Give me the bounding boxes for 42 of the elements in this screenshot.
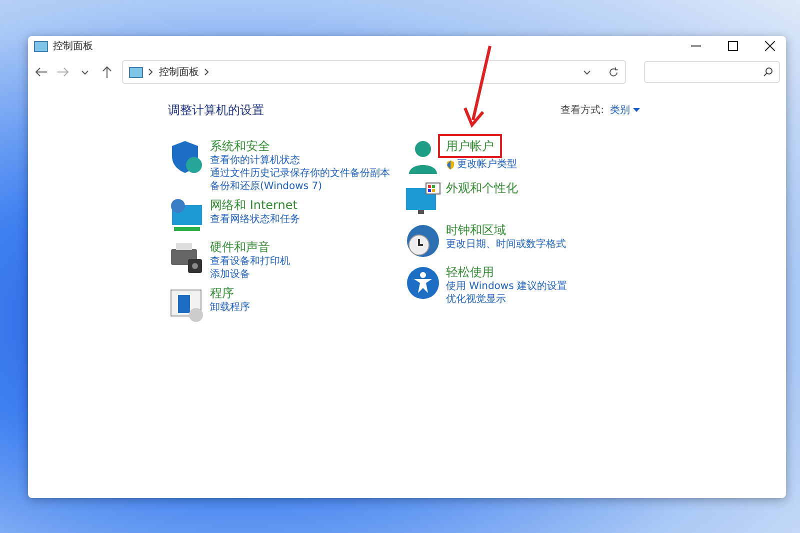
accessibility-icon — [404, 264, 442, 302]
search-field[interactable] — [644, 61, 780, 83]
task-link[interactable]: 更改日期、时间或数字格式 — [446, 238, 566, 251]
chevron-icon — [148, 68, 154, 76]
back-button[interactable] — [34, 65, 48, 79]
task-link[interactable]: 更改帐户类型 — [446, 158, 517, 171]
control-panel-icon — [129, 66, 143, 78]
chevron-icon — [204, 68, 210, 76]
control-panel-icon — [34, 40, 48, 52]
category-link[interactable]: 时钟和区域 — [446, 222, 506, 238]
search-icon — [763, 67, 773, 77]
caret-icon — [81, 70, 89, 74]
category-link[interactable]: 网络和 Internet — [210, 197, 298, 213]
window-title: 控制面板 — [53, 40, 94, 53]
dropdown-caret-icon[interactable] — [583, 70, 591, 74]
task-link[interactable]: 添加设备 — [210, 268, 250, 281]
category-link[interactable]: 程序 — [210, 285, 234, 301]
globe-clock-icon — [404, 222, 442, 260]
breadcrumb[interactable]: 控制面板 — [159, 65, 199, 79]
task-link[interactable]: 优化视觉显示 — [446, 293, 506, 306]
category-link[interactable]: 用户帐户 — [438, 134, 502, 158]
page-heading: 调整计算机的设置 — [168, 102, 264, 118]
caret-icon — [633, 108, 640, 112]
shield-icon — [446, 160, 455, 170]
category-link[interactable]: 轻松使用 — [446, 264, 494, 280]
category-link[interactable]: 系统和安全 — [210, 138, 270, 154]
task-link[interactable]: 备份和还原(Windows 7) — [210, 180, 322, 193]
category-link[interactable]: 硬件和声音 — [210, 239, 270, 255]
view-by-label: 查看方式: — [560, 104, 604, 117]
maximize-icon — [728, 41, 738, 51]
task-link[interactable]: 查看网络状态和任务 — [210, 213, 300, 226]
task-link[interactable]: 查看你的计算机状态 — [210, 154, 300, 167]
refresh-icon[interactable] — [608, 66, 619, 78]
address-bar[interactable]: 控制面板 — [122, 60, 626, 84]
task-link[interactable]: 卸载程序 — [210, 301, 250, 314]
close-icon — [765, 41, 775, 51]
category-link[interactable]: 外观和个性化 — [446, 180, 518, 196]
task-link[interactable]: 使用 Windows 建议的设置 — [446, 280, 567, 293]
task-link[interactable]: 查看设备和打印机 — [210, 255, 290, 268]
up-button[interactable] — [100, 65, 114, 79]
view-by-dropdown[interactable]: 类别 — [610, 103, 640, 117]
task-link[interactable]: 通过文件历史记录保存你的文件备份副本 — [210, 167, 390, 180]
